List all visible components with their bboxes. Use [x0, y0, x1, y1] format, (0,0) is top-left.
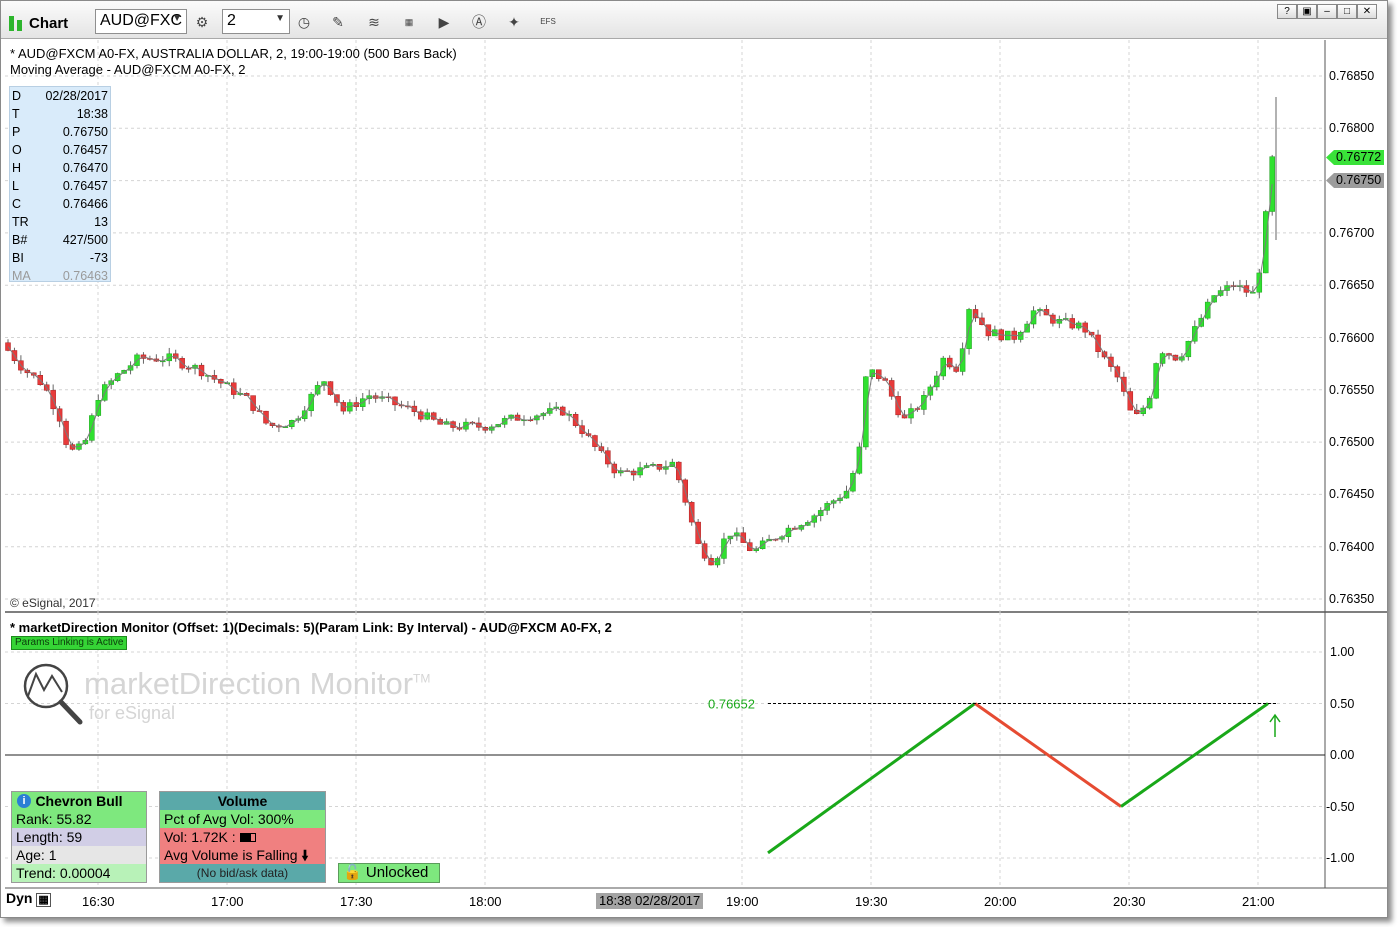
dyn-icon: ▦	[36, 893, 51, 907]
data-window-row: L 0.76457	[12, 179, 108, 193]
volume-panel: Volume Pct of Avg Vol: 300% Vol: 1.72K :…	[159, 791, 326, 883]
study-icon[interactable]: ≋	[363, 11, 385, 33]
moving-average-header: Moving Average - AUD@FXCM A0-FX, 2	[10, 62, 246, 77]
play-icon[interactable]: ▶	[433, 11, 455, 33]
data-window-row: D 02/28/2017	[12, 89, 108, 103]
indicator-header: * marketDirection Monitor (Offset: 1)(De…	[10, 620, 612, 635]
maximize-button[interactable]: □	[1337, 4, 1357, 19]
moving-average-line	[7, 184, 1273, 563]
interval-combo[interactable]: 2 ▼	[222, 9, 290, 34]
chevron-down-icon: ▼	[275, 13, 285, 24]
dyn-button[interactable]: Dyn ▦	[6, 890, 51, 907]
last-price-tag: 0.76772	[1326, 150, 1385, 165]
time-tick-label: 20:30	[1113, 894, 1146, 909]
indicator-tick-label: 0.50	[1330, 696, 1355, 711]
settings-icon[interactable]: ⚙	[191, 11, 213, 33]
symbol-combo[interactable]: AUD@FXC ▼	[95, 9, 187, 34]
data-window-row: P 0.76750	[12, 125, 108, 139]
minimize-button[interactable]: –	[1317, 4, 1337, 19]
data-window-row: B# 427/500	[12, 233, 108, 247]
data-window-row: TR 13	[12, 215, 108, 229]
volume-falling: Avg Volume is Falling 🠛	[160, 846, 325, 864]
price-tick-label: 0.76450	[1329, 487, 1375, 502]
price-pane-header: * AUD@FXCM A0-FX, AUSTRALIA DOLLAR, 2, 1…	[10, 46, 457, 61]
time-tick-label: 16:30	[82, 894, 115, 909]
cursor-time-label: 18:38 02/28/2017	[596, 893, 704, 909]
params-linking-badge: Params Linking is Active	[11, 636, 128, 650]
time-tick-label: 19:30	[855, 894, 888, 909]
time-tick-label: 21:00	[1242, 894, 1275, 909]
volume-panel-title: Volume	[160, 792, 325, 810]
price-tick-label: 0.76850	[1329, 69, 1375, 83]
bid-ask-status: (No bid/ask data)	[160, 864, 325, 882]
alert-icon[interactable]: Ⓐ	[468, 11, 490, 33]
efs-icon[interactable]: EFS	[537, 11, 559, 33]
link-icon[interactable]: ✦	[503, 11, 525, 33]
cursor-price-tag: 0.76750	[1326, 173, 1385, 188]
price-tick-label: 0.76400	[1329, 539, 1375, 554]
logo-title: marketDirection MonitorTM	[84, 666, 431, 701]
price-tick-label: 0.76350	[1329, 592, 1375, 606]
data-window-row: MA 0.76463	[12, 269, 108, 283]
price-tick-label: 0.76550	[1329, 382, 1375, 397]
chevron-age: Age: 1	[12, 846, 146, 864]
toolbar: Chart AUD@FXC ▼ ⚙ 2 ▼ ◷ ✎ ≋ ▦ ▶ Ⓐ ✦ EFS ? …	[1, 1, 1387, 39]
data-window: D 02/28/2017 T 18:38 P 0.76750 O 0.76457 H 0.7647…	[9, 86, 111, 283]
quote-icon[interactable]: ▦	[398, 11, 420, 33]
chart-title: Chart	[9, 11, 68, 35]
data-window-row: H 0.76470	[12, 161, 108, 175]
clock-icon[interactable]: ◷	[293, 11, 315, 33]
chevron-trend: Trend: 0.00004	[12, 864, 146, 882]
indicator-tick-label: -1.00	[1326, 851, 1355, 865]
help-button[interactable]: ?	[1277, 4, 1297, 19]
info-icon[interactable]: i	[17, 794, 31, 808]
chevron-bull-panel: i Chevron Bull Rank: 55.82 Length: 59 Age…	[11, 791, 147, 883]
arrow-down-icon: 🠛	[301, 847, 309, 863]
indicator-tick-label: 1.00	[1330, 645, 1355, 659]
data-window-row: C 0.76466	[12, 197, 108, 211]
data-window-row: O 0.76457	[12, 143, 108, 157]
chevron-panel-title: i Chevron Bull	[12, 792, 146, 810]
volume-pct: Pct of Avg Vol: 300%	[160, 810, 325, 828]
data-window-row: BI -73	[12, 251, 108, 265]
chevron-rank: Rank: 55.82	[12, 810, 146, 828]
unlock-icon: 🔓	[343, 864, 362, 881]
restore-button[interactable]: ▣	[1297, 4, 1317, 19]
chart-bars-icon	[9, 15, 23, 31]
level-label: 0.76652	[708, 697, 755, 712]
price-tick-label: 0.76650	[1329, 278, 1375, 293]
price-tick-label: 0.76700	[1329, 225, 1375, 240]
data-window-row: T 18:38	[12, 107, 108, 121]
battery-icon	[239, 832, 256, 842]
volume-value: Vol: 1.72K :	[160, 828, 325, 846]
pencil-icon[interactable]: ✎	[327, 11, 349, 33]
chevron-length: Length: 59	[12, 828, 146, 846]
copyright: © eSignal, 2017	[10, 596, 96, 610]
time-tick-label: 20:00	[984, 894, 1017, 909]
time-tick-label: 19:00	[726, 894, 759, 909]
time-tick-label: 18:00	[469, 894, 502, 909]
price-tick-label: 0.76800	[1329, 121, 1375, 136]
logo-subtitle: for eSignal	[89, 703, 176, 723]
indicator-tick-label: 0.00	[1330, 748, 1355, 762]
unlock-button[interactable]: 🔓 Unlocked	[338, 863, 440, 883]
time-tick-label: 17:30	[340, 894, 373, 909]
close-button[interactable]: ✕	[1357, 4, 1377, 19]
market-direction-logo-icon	[23, 663, 83, 725]
price-tick-label: 0.76500	[1329, 435, 1375, 450]
price-tick-label: 0.76600	[1329, 330, 1375, 345]
time-tick-label: 17:00	[211, 894, 244, 909]
chevron-down-icon: ▼	[172, 13, 182, 24]
indicator-tick-label: -0.50	[1326, 799, 1355, 814]
chart-canvas[interactable]: 0.76652	[5, 40, 1387, 912]
